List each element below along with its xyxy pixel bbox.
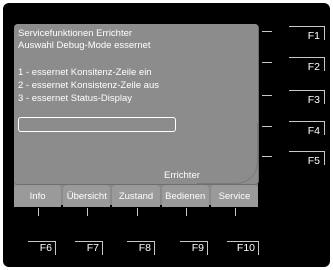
f2-key[interactable]: F2 [289, 57, 325, 73]
f9-key[interactable]: F9 [180, 241, 208, 255]
f9-label: F9 [191, 242, 204, 254]
f5-label: F5 [307, 155, 320, 167]
option-2[interactable]: 2 - essernet Konsistenz-Zeile aus [18, 80, 159, 92]
f4-key[interactable]: F4 [289, 121, 325, 137]
tab-service[interactable]: Service [210, 185, 259, 207]
f3-key[interactable]: F3 [289, 90, 325, 106]
bottom-tab-bar: Info Übersicht Zustand Bedienen Service [14, 185, 259, 207]
f3-label: F3 [307, 94, 320, 106]
tab-zustand[interactable]: Zustand [112, 185, 160, 207]
f5-indicator [262, 156, 272, 157]
menu-title: Servicefunktionen Errichter [18, 28, 133, 39]
selection-highlight [18, 117, 176, 132]
tab-uebersicht[interactable]: Übersicht [63, 185, 111, 207]
f3-indicator [262, 95, 272, 96]
f4-indicator [262, 126, 272, 127]
option-1[interactable]: 1 - essernet Konsitenz-Zeile ein [18, 67, 152, 79]
f7-key[interactable]: F7 [75, 241, 103, 255]
f4-label: F4 [307, 125, 320, 137]
f9-indicator [186, 208, 187, 216]
f10-key[interactable]: F10 [227, 241, 259, 255]
display-content: Servicefunktionen Errichter Auswahl Debu… [14, 24, 259, 185]
tab-info[interactable]: Info [14, 185, 62, 207]
menu-subtitle: Auswahl Debug-Mode essernet [18, 40, 151, 51]
option-3[interactable]: 3 - essernet Status-Display [18, 93, 132, 105]
f2-label: F2 [307, 61, 320, 73]
f1-indicator [262, 31, 272, 32]
f6-key[interactable]: F6 [28, 241, 56, 255]
tab-bedienen[interactable]: Bedienen [161, 185, 209, 207]
f8-indicator [137, 208, 138, 216]
f2-indicator [262, 62, 272, 63]
display-screen: Servicefunktionen Errichter Auswahl Debu… [14, 24, 259, 205]
user-role-label: Errichter [164, 170, 200, 181]
f7-indicator [87, 208, 88, 216]
f8-label: F8 [138, 242, 151, 254]
f7-label: F7 [86, 242, 99, 254]
f1-key[interactable]: F1 [289, 26, 325, 42]
f8-key[interactable]: F8 [127, 241, 155, 255]
f1-label: F1 [307, 30, 320, 42]
f6-indicator [38, 208, 39, 216]
f5-key[interactable]: F5 [289, 151, 325, 167]
f10-indicator [235, 208, 236, 216]
f6-label: F6 [39, 242, 52, 254]
f10-label: F10 [236, 242, 255, 254]
